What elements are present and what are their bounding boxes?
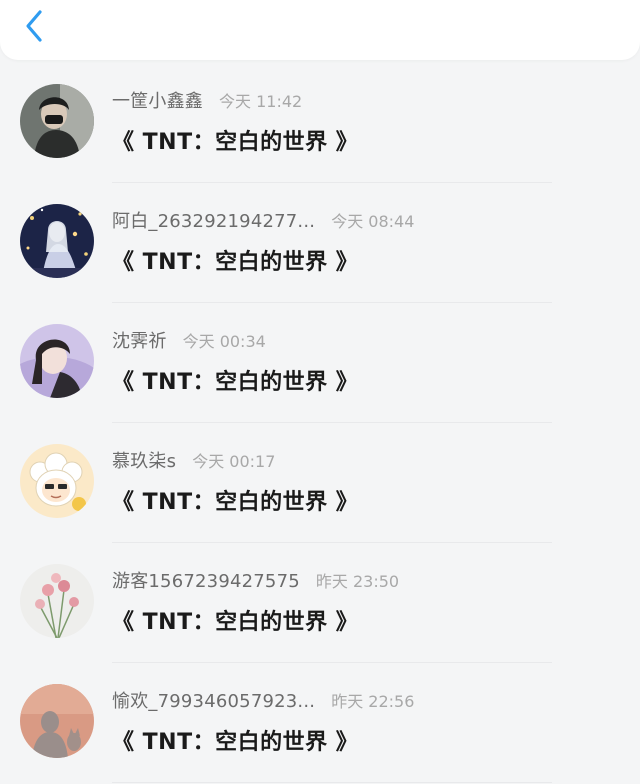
timestamp: 昨天 22:56 [331,692,415,711]
comment-list-page: 一筐小鑫鑫 今天 11:42 《 TNT：空白的世界 》 阿白_26329219… [0,0,640,784]
timestamp: 昨天 23:50 [315,572,400,591]
username[interactable]: 游客1567239427575 [112,567,300,593]
comment-text: 《 TNT：空白的世界 》 [112,610,359,635]
comment-meta: 慕玖柒s 今天 00:17 [112,448,275,472]
divider [112,302,552,303]
divider [112,662,552,663]
comment-item[interactable]: 一筐小鑫鑫 今天 11:42 《 TNT：空白的世界 》 [0,64,640,183]
comment-meta: 一筐小鑫鑫 今天 11:42 [112,88,302,112]
top-bar [0,0,640,60]
avatar[interactable] [20,324,94,398]
comment-item[interactable]: 沈霁祈 今天 00:34 《 TNT：空白的世界 》 [0,304,640,423]
avatar[interactable] [20,684,94,758]
divider [112,182,552,183]
comment-text: 《 TNT：空白的世界 》 [112,490,359,515]
comment-meta: 游客1567239427575 昨天 23:50 [112,568,399,592]
username[interactable]: 慕玖柒s [112,447,176,473]
divider [112,782,552,783]
timestamp: 今天 11:42 [219,92,303,111]
comment-meta: 愉欢_799346057923... 昨天 22:56 [112,688,414,712]
avatar[interactable] [20,564,94,638]
timestamp: 今天 00:34 [182,332,266,351]
comment-text: 《 TNT：空白的世界 》 [112,370,359,395]
comment-list: 一筐小鑫鑫 今天 11:42 《 TNT：空白的世界 》 阿白_26329219… [0,64,640,784]
comment-item[interactable]: 慕玖柒s 今天 00:17 《 TNT：空白的世界 》 [0,424,640,543]
avatar[interactable] [20,84,94,158]
username[interactable]: 一筐小鑫鑫 [112,87,203,113]
divider [112,422,552,423]
avatar[interactable] [20,444,94,518]
comment-text: 《 TNT：空白的世界 》 [112,250,359,275]
username[interactable]: 沈霁祈 [112,327,167,353]
comment-meta: 阿白_263292194277... 今天 08:44 [112,208,414,232]
username[interactable]: 愉欢_799346057923... [112,687,315,713]
comment-item[interactable]: 愉欢_799346057923... 昨天 22:56 《 TNT：空白的世界 … [0,664,640,783]
timestamp: 今天 00:17 [192,452,276,471]
chevron-left-icon [26,10,42,42]
back-button[interactable] [16,6,52,46]
comment-item[interactable]: 游客1567239427575 昨天 23:50 《 TNT：空白的世界 》 [0,544,640,663]
timestamp: 今天 08:44 [331,212,415,231]
comment-meta: 沈霁祈 今天 00:34 [112,328,266,352]
username[interactable]: 阿白_263292194277... [112,207,315,233]
comment-text: 《 TNT：空白的世界 》 [112,130,359,155]
comment-text: 《 TNT：空白的世界 》 [112,730,359,755]
avatar[interactable] [20,204,94,278]
comment-item[interactable]: 阿白_263292194277... 今天 08:44 《 TNT：空白的世界 … [0,184,640,303]
divider [112,542,552,543]
